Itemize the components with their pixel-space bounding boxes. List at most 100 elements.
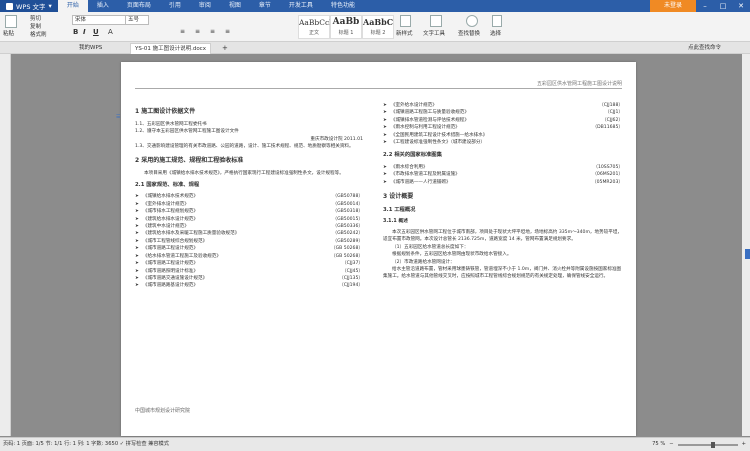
menu-features[interactable]: 特色功能 bbox=[322, 0, 364, 12]
menu-view[interactable]: 视图 bbox=[220, 0, 250, 12]
document-page[interactable]: 五彩园区供水管网工程施工图设计说明 1 施工图设计依据文件 1.1、五彩园区供水… bbox=[121, 62, 636, 436]
standard-name: 《室外给水设计规范》 bbox=[390, 103, 437, 108]
paste-icon[interactable] bbox=[5, 15, 17, 28]
align-left-icon[interactable]: ≡ bbox=[180, 28, 185, 35]
standard-code: （GB50336） bbox=[332, 224, 363, 230]
app-menu-button[interactable]: WPS 文字 ▾ bbox=[0, 0, 58, 12]
subsection-heading: 3.1 工程概况 bbox=[383, 207, 416, 214]
menu-insert[interactable]: 插入 bbox=[88, 0, 118, 12]
text-tools-icon[interactable] bbox=[430, 15, 442, 27]
standard-code: （CJJ37） bbox=[342, 261, 363, 267]
select-icon[interactable] bbox=[492, 15, 502, 27]
ribbon-toolbar: 粘贴 剪切 复制 格式刷 宋体 五号 B I U A ≡ ≡ ≡ ≡ AaBbC… bbox=[0, 12, 750, 42]
italic-icon[interactable]: I bbox=[83, 28, 86, 36]
list-item: ➤ 《室外给水设计规范》 （CJJ188） bbox=[383, 102, 623, 109]
list-item: ➤ 《雨水控制与利用工程设计规范》 （DB11685） bbox=[383, 124, 623, 131]
zoom-slider[interactable] bbox=[677, 441, 738, 448]
paragraph: 给水主管沿道路布置，管材采用球墨铸铁管，管道埋深不小于 1.0m，阀门井、消火栓… bbox=[383, 266, 622, 280]
list-item: ➤ 《城市道路路基设计规范》 （CJJ194） bbox=[135, 282, 363, 289]
font-color-icon[interactable]: A bbox=[108, 28, 113, 36]
list-item: ➤ 《工程建设标准强制性条文》（城市建设部分） bbox=[383, 139, 623, 146]
close-icon[interactable]: ✕ bbox=[732, 0, 750, 12]
paragraph: 1.3、交通影响建设管理的有关市政道路、公园的道路，设计、施工技术规程、规范、地… bbox=[135, 144, 354, 150]
find-replace-button[interactable]: 查找替换 bbox=[458, 29, 480, 37]
subsubsection-heading: 3.1.1 概述 bbox=[383, 219, 408, 225]
standards-list-continued: ➤ 《室外给水设计规范》 （CJJ188） ➤ 《城镇道路工程施工与质量验收规范》 （CJ… bbox=[383, 102, 623, 146]
new-style-button[interactable]: 新样式 bbox=[396, 29, 413, 37]
standard-code: （CJJ1） bbox=[604, 110, 623, 116]
page-header: 五彩园区供水管网工程施工图设计说明 bbox=[536, 81, 622, 87]
format-painter-button[interactable]: 格式刷 bbox=[30, 30, 47, 38]
standard-name: 《城市道路工程设计规范》 bbox=[142, 261, 198, 267]
paragraph: 1.2、遵守本五彩园区供水管网工程施工图设计文件 bbox=[135, 129, 239, 135]
paragraph: 1.1、五彩园区供水管网工程委托书 bbox=[135, 122, 207, 127]
font-family-select[interactable]: 宋体 bbox=[72, 15, 126, 25]
standard-name: 《建筑中水设计规范》 bbox=[142, 224, 189, 230]
standard-name: 《城市道路路基设计规范》 bbox=[142, 283, 198, 289]
align-right-icon[interactable]: ≡ bbox=[210, 28, 215, 35]
zoom-out-icon[interactable]: − bbox=[669, 438, 673, 451]
style-sample: AaBbCcI bbox=[299, 18, 333, 27]
menu-review[interactable]: 审阅 bbox=[190, 0, 220, 12]
menu-layout[interactable]: 页面布局 bbox=[118, 0, 160, 12]
select-button[interactable]: 选择 bbox=[490, 29, 501, 37]
cut-button[interactable]: 剪切 bbox=[30, 14, 41, 22]
align-center-icon[interactable]: ≡ bbox=[195, 28, 200, 35]
standard-name: 《给水排水管道工程施工及验收规范》 bbox=[142, 253, 221, 259]
sidebar-toggle-icon[interactable] bbox=[745, 249, 750, 259]
date-line: 重庆市政设计院 2011.01 bbox=[310, 136, 363, 142]
paragraph: （2）市政道路给水管网设计： bbox=[392, 259, 455, 265]
tab-my-wps[interactable]: 我的WPS bbox=[75, 43, 106, 53]
list-item: ➤ 《建筑给水排水及采暖工程施工质量验收规范》 （GB50242） bbox=[135, 230, 363, 237]
menu-references[interactable]: 引用 bbox=[160, 0, 190, 12]
list-item: ➤ 《建筑中水设计规范》 （GB50336） bbox=[135, 223, 363, 230]
maximize-icon[interactable]: □ bbox=[714, 0, 732, 12]
wps-logo-icon bbox=[6, 2, 13, 10]
command-search-input[interactable]: 点此查找命令 bbox=[684, 43, 725, 53]
standard-name: 《雨水综合利用》 bbox=[390, 164, 428, 170]
menu-developer[interactable]: 开发工具 bbox=[280, 0, 322, 12]
list-item: ➤ 《城镇道路工程施工与质量验收规范》 （CJJ1） bbox=[383, 109, 623, 116]
standard-code: （CJJ45） bbox=[342, 268, 363, 274]
navigation-marker-icon: ☰ bbox=[116, 114, 121, 120]
search-icon[interactable] bbox=[466, 15, 478, 27]
standard-code: （GB50015） bbox=[332, 216, 363, 222]
right-sidebar bbox=[742, 54, 750, 436]
standard-code: （06MS201） bbox=[592, 172, 623, 178]
header-divider bbox=[135, 88, 622, 89]
new-tab-icon[interactable]: + bbox=[218, 43, 232, 53]
list-item: ➤ 《城镇给水排水技术规范》 （GB50788） bbox=[135, 193, 363, 200]
list-item: ➤ 《城市道路——人行道铺砌》 （05MR203） bbox=[383, 179, 623, 186]
underline-icon[interactable]: U bbox=[93, 28, 99, 36]
copy-button[interactable]: 复制 bbox=[30, 22, 41, 30]
section-heading: 1 施工图设计依据文件 bbox=[135, 108, 196, 115]
tab-document[interactable]: YS-01 施工图设计说明.docx bbox=[130, 43, 211, 54]
font-size-select[interactable]: 五号 bbox=[125, 15, 149, 25]
standard-code: （GB50788） bbox=[332, 194, 363, 200]
style-heading2[interactable]: AaBbC 标题 2 bbox=[362, 15, 394, 39]
page-footer: 中国城市规划设计研究院 bbox=[135, 408, 191, 414]
zoom-slider-knob[interactable] bbox=[710, 441, 715, 448]
zoom-level[interactable]: 75 % bbox=[652, 438, 665, 451]
style-normal[interactable]: AaBbCcI 正文 bbox=[298, 15, 333, 39]
list-item: ➤ 《室外排水设计规范》 （GB50014） bbox=[135, 201, 363, 208]
list-item: ➤ 《市政排水管道工程及附属设施》 （06MS201） bbox=[383, 171, 623, 178]
paste-button[interactable]: 粘贴 bbox=[3, 29, 14, 37]
new-style-icon[interactable] bbox=[400, 15, 411, 27]
standard-code: （GB50014） bbox=[332, 201, 363, 207]
menu-section[interactable]: 章节 bbox=[250, 0, 280, 12]
app-name: WPS 文字 bbox=[16, 3, 46, 11]
menu-home[interactable]: 开始 bbox=[57, 0, 88, 12]
style-sample: AaBb bbox=[332, 17, 360, 27]
zoom-in-icon[interactable]: + bbox=[742, 438, 746, 451]
style-label: 标题 2 bbox=[370, 30, 386, 36]
login-button[interactable]: 未登录 bbox=[649, 0, 696, 12]
text-tools-button[interactable]: 文字工具 bbox=[423, 29, 445, 37]
bold-icon[interactable]: B bbox=[73, 28, 78, 36]
standard-name: 《城市道路交通设施设计规范》 bbox=[142, 275, 208, 281]
style-heading1[interactable]: AaBb 标题 1 bbox=[330, 15, 362, 39]
justify-icon[interactable]: ≡ bbox=[225, 28, 230, 35]
style-sample: AaBbC bbox=[363, 17, 394, 27]
minimize-icon[interactable]: – bbox=[696, 0, 714, 12]
status-bar: 页码: 1 页面: 1/5 节: 1/1 行: 1 列: 1 字数: 3650 … bbox=[0, 437, 750, 451]
